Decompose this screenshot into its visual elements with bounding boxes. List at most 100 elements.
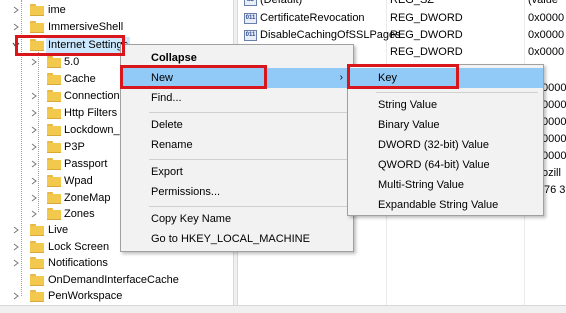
binary-value-icon: 011 [244,30,257,41]
submenu-item-multi-string-value[interactable]: Multi-String Value [348,175,543,195]
menu-item-new[interactable]: New › [121,68,353,88]
value-data: 0000 [542,133,566,145]
tree-item-label: Zones [64,208,95,220]
menu-item-rename[interactable]: Rename [121,135,353,155]
folder-icon [47,124,61,136]
folder-icon [30,257,44,269]
submenu-arrow-icon: › [339,72,343,83]
folder-icon [47,141,61,153]
submenu-item-expandable-string-value[interactable]: Expandable String Value [348,195,543,215]
menu-separator [149,112,349,113]
chevron-right-icon[interactable] [12,23,20,31]
folder-icon [30,4,44,16]
value-data: 0x0000 [528,29,565,41]
chevron-right-icon[interactable] [30,109,38,117]
chevron-right-icon[interactable] [30,92,38,100]
tree-item-label: OnDemandInterfaceCache [48,274,179,286]
value-data: 0000 [542,82,566,94]
tree-item-label: Passport [64,158,108,170]
menu-separator [149,159,349,160]
tree-item-notifications[interactable]: Notifications [0,255,233,271]
folder-icon [30,39,44,51]
tree-item-label: Wpad [64,175,93,187]
value-data: 0000 [542,99,566,111]
value-row-disablecachingofsslpages[interactable]: 011 DisableCachingOfSSLPages REG_DWORD 0… [238,27,566,44]
folder-icon [30,274,44,286]
tree-item-label: P3P [64,141,85,153]
chevron-right-icon[interactable] [12,292,20,300]
tree-item-ondemandinterfacecache[interactable]: OnDemandInterfaceCache [0,272,233,288]
tree-item-label: Connections [64,90,126,102]
value-name: (Default) [260,0,303,6]
submenu-item-string-value[interactable]: String Value [348,95,543,115]
folder-icon [47,175,61,187]
value-data: 76 3 [544,184,566,196]
submenu-item-key[interactable]: Key [348,68,543,88]
tree-item-ime[interactable]: ime [0,2,233,18]
value-data: ozill [542,167,561,179]
string-value-icon: ab [244,0,257,6]
submenu-item-binary-value[interactable]: Binary Value [348,115,543,135]
submenu-item-dword-value[interactable]: DWORD (32-bit) Value [348,135,543,155]
value-data: 0000 [542,116,566,128]
value-type: REG_SZ [390,0,435,6]
tree-item-immersiveshell[interactable]: ImmersiveShell [0,19,233,35]
menu-separator [149,206,349,207]
menu-item-go-to-hklm[interactable]: Go to HKEY_LOCAL_MACHINE [121,229,353,249]
tree-item-label: ZoneMap [64,192,111,204]
folder-icon [47,90,61,102]
tree-item-label: Notifications [48,257,108,269]
folder-icon [30,241,44,253]
menu-item-label: New [151,72,174,84]
menu-item-permissions[interactable]: Permissions... [121,182,353,202]
chevron-right-icon[interactable] [30,177,38,185]
context-menu: Collapse New › Find... Delete Rename Exp… [120,44,354,252]
chevron-right-icon[interactable] [12,243,20,251]
menu-item-collapse[interactable]: Collapse [121,48,353,68]
submenu-item-qword-value[interactable]: QWORD (64-bit) Value [348,155,543,175]
menu-item-delete[interactable]: Delete [121,115,353,135]
menu-item-copy-key-name[interactable]: Copy Key Name [121,209,353,229]
folder-icon [47,73,61,85]
folder-icon [47,158,61,170]
value-data: 0000 [542,150,566,162]
menu-item-find[interactable]: Find... [121,88,353,108]
value-type: REG_DWORD [390,12,463,24]
tree-item-label: PenWorkspace [48,290,123,302]
chevron-right-icon[interactable] [12,259,20,267]
chevron-right-icon[interactable] [30,160,38,168]
new-submenu: Key String Value Binary Value DWORD (32-… [347,64,544,216]
tree-item-label: Internet Settings [46,37,131,53]
value-name: DisableCachingOfSSLPages [260,29,401,41]
chevron-right-icon[interactable] [30,194,38,202]
tree-item-label: 5.0 [64,56,80,68]
tree-item-label: Lock Screen [48,241,110,253]
chevron-right-icon[interactable] [30,210,38,218]
horizontal-scrollbar[interactable] [0,305,566,313]
tree-item-label: ImmersiveShell [48,21,124,33]
folder-icon [47,107,61,119]
value-type: REG_DWORD [390,29,463,41]
tree-item-label: ime [48,4,66,16]
chevron-right-icon[interactable] [30,58,38,66]
value-type: REG_DWORD [390,46,463,58]
folder-icon [30,290,44,302]
folder-icon [30,224,44,236]
chevron-right-icon[interactable] [30,143,38,151]
menu-item-export[interactable]: Export [121,162,353,182]
value-data: 0x0000 [528,46,565,58]
chevron-down-icon[interactable] [12,41,20,49]
value-name: CertificateRevocation [260,12,365,24]
chevron-right-icon[interactable] [30,126,38,134]
binary-value-icon: 011 [244,13,257,24]
value-data: 0x0000 [528,12,565,24]
chevron-right-icon[interactable] [12,226,20,234]
tree-item-penworkspace[interactable]: PenWorkspace [0,288,233,304]
chevron-right-icon[interactable] [12,6,20,14]
value-data: (value [528,0,558,6]
folder-icon [30,21,44,33]
tree-item-label: Cache [64,73,96,85]
value-row-certificaterevocation[interactable]: 011 CertificateRevocation REG_DWORD 0x00… [238,10,566,27]
value-row-default[interactable]: ab (Default) REG_SZ (value [238,0,566,9]
tree-item-label: Http Filters [64,107,118,119]
